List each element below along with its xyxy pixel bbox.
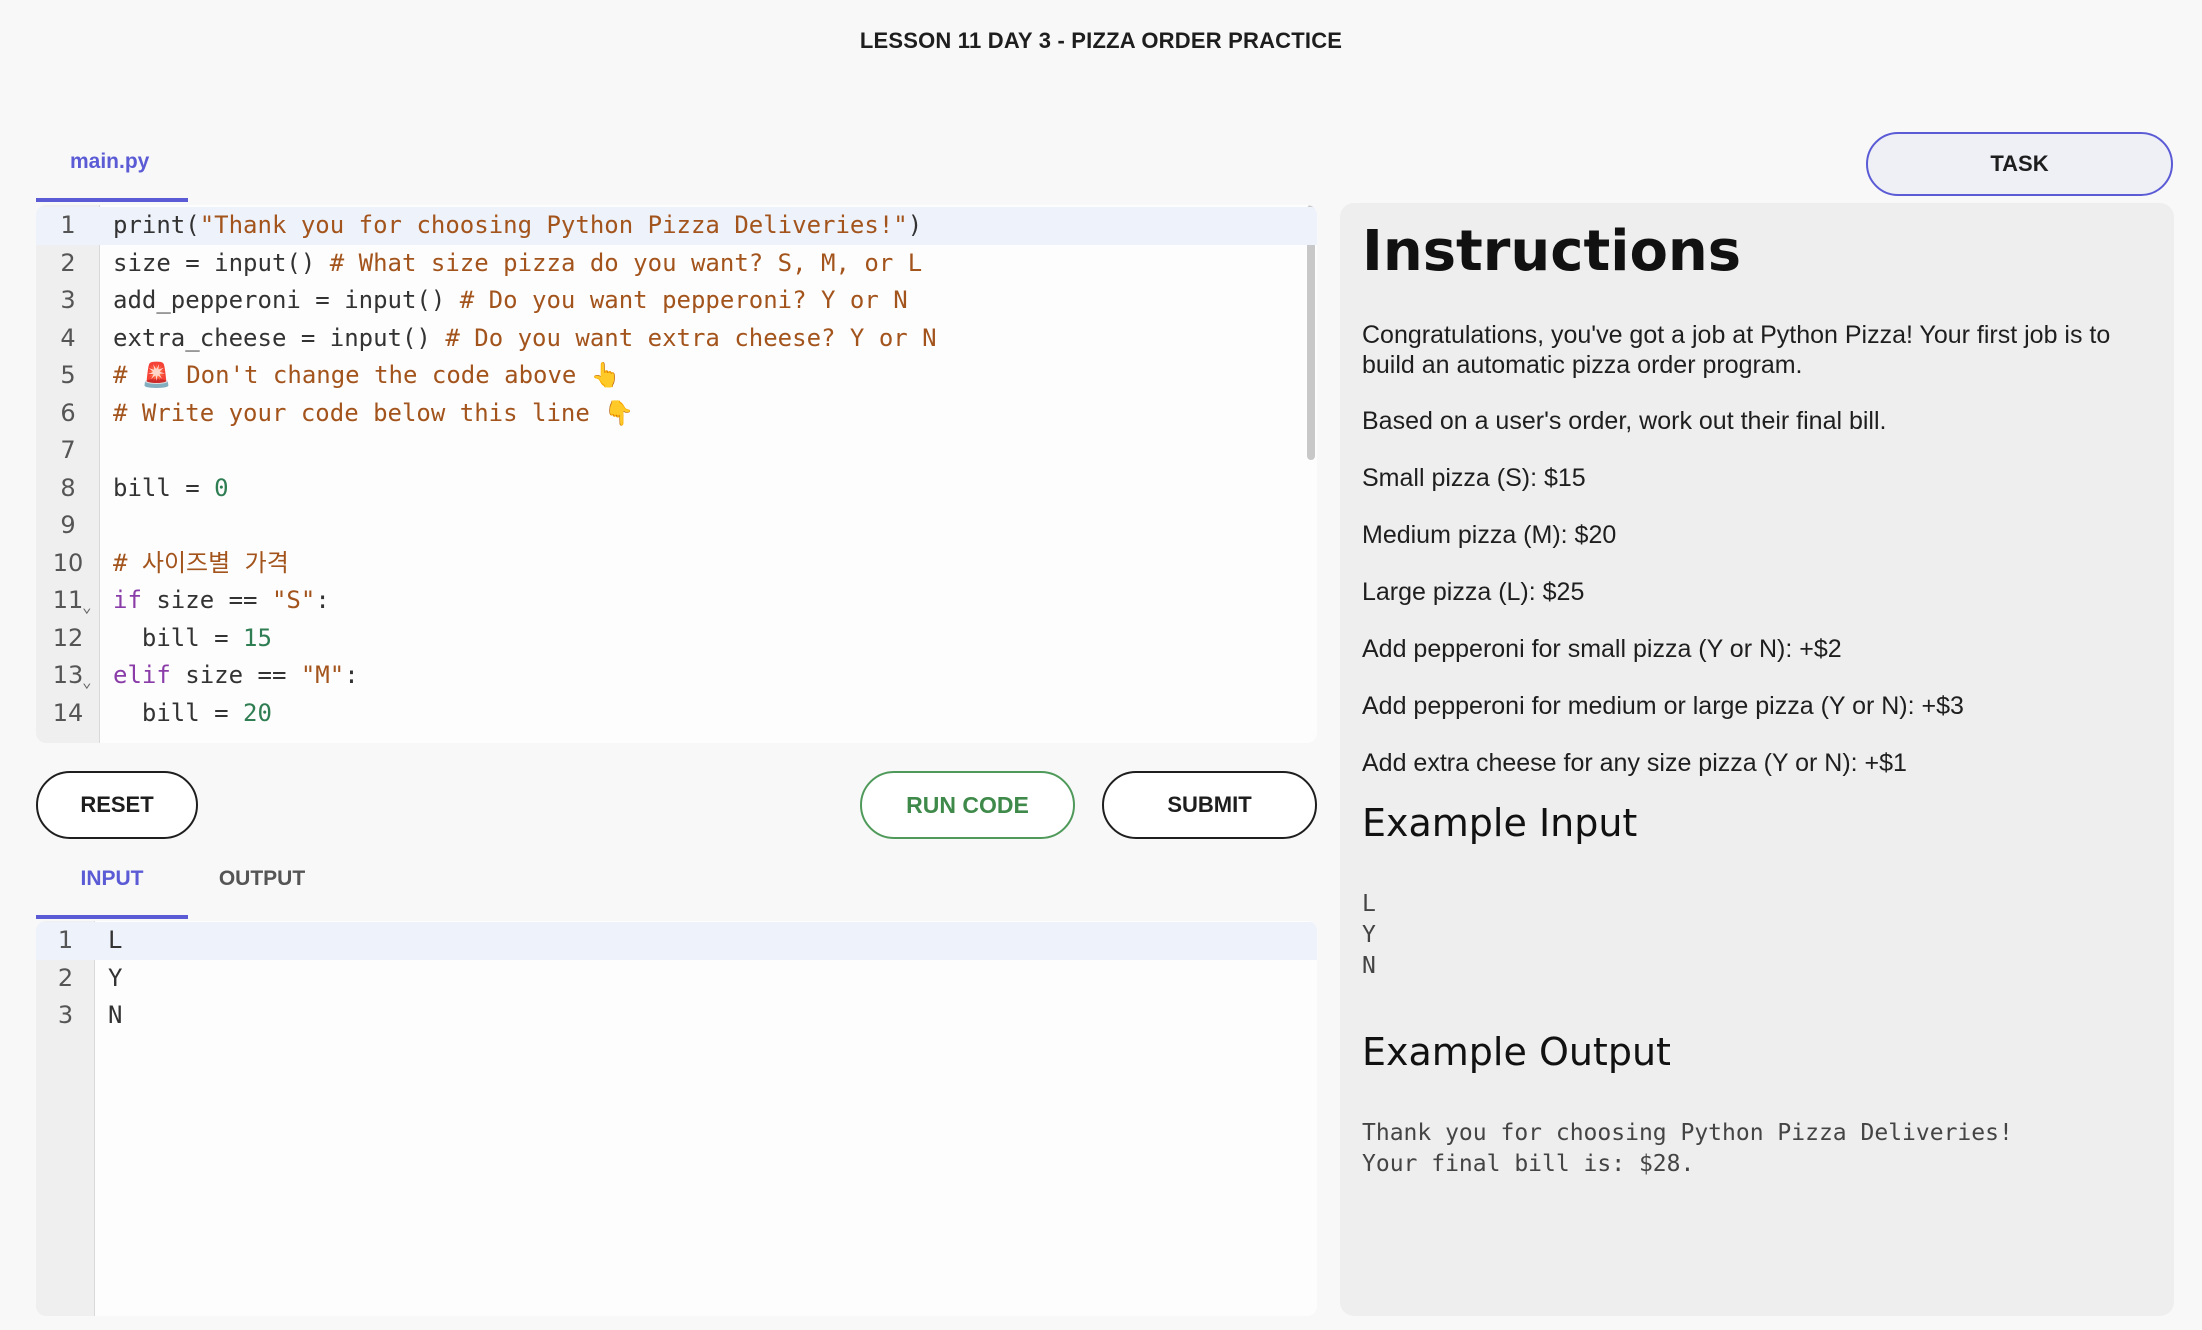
line-number: 4 — [60, 323, 76, 352]
tab-output[interactable]: OUTPUT — [200, 853, 324, 919]
code-token: # Do you want pepperoni? Y or N — [459, 286, 908, 314]
code-line[interactable]: 3 add_pepperoni = input() # Do you want p… — [36, 282, 1317, 320]
line-number: 5 — [60, 361, 76, 389]
example-output-title: Example Output — [1362, 1030, 1671, 1074]
code-line[interactable]: 7 — [36, 432, 1317, 470]
code-text: extra_cheese = input() # Do you want ext… — [113, 320, 937, 358]
code-line[interactable]: 6 # Write your code below this line 👇 — [36, 395, 1317, 433]
code-token: # What size pizza do you want? S, M, or … — [329, 248, 923, 277]
code-text: elif size == "M": — [113, 657, 359, 695]
price-medium: Medium pizza (M): $20 — [1362, 521, 1617, 549]
code-text: if size == "S": — [113, 582, 330, 620]
code-token: if — [113, 586, 142, 614]
code-token: 0 — [214, 473, 229, 502]
instructions-bill-note: Based on a user's order, work out their … — [1362, 407, 1887, 435]
code-token: # 🚨 Don't change the code above 👆 — [113, 361, 621, 389]
code-line[interactable]: 5 # 🚨 Don't change the code above 👆 — [36, 357, 1317, 395]
code-text: print("Thank you for choosing Python Piz… — [113, 207, 922, 245]
code-token: bill = — [113, 473, 215, 502]
example-output: Thank you for choosing Python Pizza Deli… — [1362, 1120, 2013, 1177]
code-text: # Write your code below this line 👇 — [113, 395, 634, 433]
price-extra-cheese: Add extra cheese for any size pizza (Y o… — [1362, 749, 1907, 777]
code-token: # Do you want extra cheese? Y or N — [445, 323, 937, 352]
line-number: 2 — [57, 963, 74, 992]
input-line[interactable]: 1L — [36, 922, 1317, 960]
code-line[interactable]: 1 print("Thank you for choosing Python Pi… — [36, 207, 1317, 245]
input-text: L — [108, 926, 123, 954]
code-editor[interactable]: 1 print("Thank you for choosing Python Pi… — [36, 205, 1317, 743]
line-number: 8 — [60, 473, 76, 502]
code-line[interactable]: 10 # 사이즈별 가격 — [36, 545, 1317, 583]
price-pepperoni-medium-large: Add pepperoni for medium or large pizza … — [1362, 692, 1964, 720]
code-token: add_pepperoni = input() — [113, 286, 460, 314]
input-line[interactable]: 3N — [36, 997, 1317, 1035]
submit-button[interactable]: SUBMIT — [1102, 771, 1317, 839]
code-token: bill = — [113, 698, 244, 727]
line-number: 9 — [60, 511, 76, 539]
instructions-intro: Congratulations, you've got a job at Pyt… — [1362, 321, 2111, 379]
code-token: elif — [113, 661, 171, 689]
code-text: bill = 15 — [113, 620, 272, 658]
code-text: size = input() # What size pizza do you … — [113, 245, 922, 283]
line-number: 1 — [57, 926, 74, 954]
code-token: : — [315, 586, 330, 614]
instructions-heading: Instructions — [1362, 219, 1742, 284]
tab-main-py[interactable]: main.py — [36, 132, 188, 202]
line-number: 2 — [60, 248, 76, 277]
example-input-title: Example Input — [1362, 801, 1638, 845]
line-number: 14 — [52, 698, 84, 727]
line-number: 3 — [60, 286, 76, 314]
code-line[interactable]: 11 ⌄ if size == "S": — [36, 582, 1317, 620]
code-token: print( — [113, 211, 200, 239]
code-token: ) — [907, 211, 923, 239]
line-number: 6 — [60, 398, 76, 427]
code-token: : — [344, 661, 359, 689]
code-token: size == — [170, 661, 301, 689]
code-token: size == — [141, 586, 272, 614]
code-text: bill = 20 — [113, 695, 272, 733]
line-number: 12 — [52, 623, 84, 652]
run-code-button[interactable]: RUN CODE — [860, 771, 1075, 839]
code-token: 15 — [243, 623, 272, 652]
instructions-panel: Instructions Congratulations, you've got… — [1340, 203, 2174, 1316]
code-token: # Write your code below this line 👇 — [113, 398, 635, 427]
price-pepperoni-small: Add pepperoni for small pizza (Y or N): … — [1362, 635, 1842, 663]
price-large: Large pizza (L): $25 — [1362, 578, 1585, 606]
code-line[interactable]: 13 ⌄ elif size == "M": — [36, 657, 1317, 695]
code-token: bill = — [113, 623, 244, 652]
code-token: # 사이즈별 가격 — [113, 548, 289, 577]
code-token: 20 — [243, 698, 272, 727]
code-line[interactable]: 4 extra_cheese = input() # Do you want ex… — [36, 320, 1317, 358]
code-token: extra_cheese = input() — [113, 323, 446, 352]
code-text: # 🚨 Don't change the code above 👆 — [113, 357, 621, 395]
input-text: Y — [108, 963, 123, 992]
input-line[interactable]: 2Y — [36, 960, 1317, 998]
page-title: LESSON 11 DAY 3 - PIZZA ORDER PRACTICE — [859, 28, 1343, 53]
code-token: "Thank you for choosing Python Pizza Del… — [199, 211, 908, 239]
code-line[interactable]: 12 bill = 15 — [36, 620, 1317, 658]
code-token: "M" — [300, 661, 345, 689]
code-token: "S" — [271, 586, 316, 614]
input-editor[interactable]: 1L2Y3N — [36, 921, 1317, 1316]
tab-main-py-label: main.py — [70, 150, 150, 173]
code-line[interactable]: 14 bill = 20 — [36, 695, 1317, 733]
code-text: add_pepperoni = input() # Do you want pe… — [113, 282, 908, 320]
code-token: size = input() — [113, 248, 330, 277]
line-number: 3 — [57, 1001, 74, 1029]
tab-input[interactable]: INPUT — [36, 853, 188, 919]
code-line[interactable]: 2 size = input() # What size pizza do you… — [36, 245, 1317, 283]
line-number: 1 — [60, 211, 76, 239]
example-input: L Y N — [1362, 891, 1376, 979]
price-small: Small pizza (S): $15 — [1362, 464, 1586, 492]
reset-button[interactable]: RESET — [36, 771, 198, 839]
line-number: 10 — [52, 548, 84, 577]
input-text: N — [108, 1001, 123, 1029]
task-button[interactable]: TASK — [1866, 132, 2173, 196]
code-line[interactable]: 9 — [36, 507, 1317, 545]
line-number: 7 — [60, 436, 76, 464]
code-line[interactable]: 8 bill = 0 — [36, 470, 1317, 508]
code-text: # 사이즈별 가격 — [113, 545, 289, 583]
code-text: bill = 0 — [113, 470, 229, 508]
